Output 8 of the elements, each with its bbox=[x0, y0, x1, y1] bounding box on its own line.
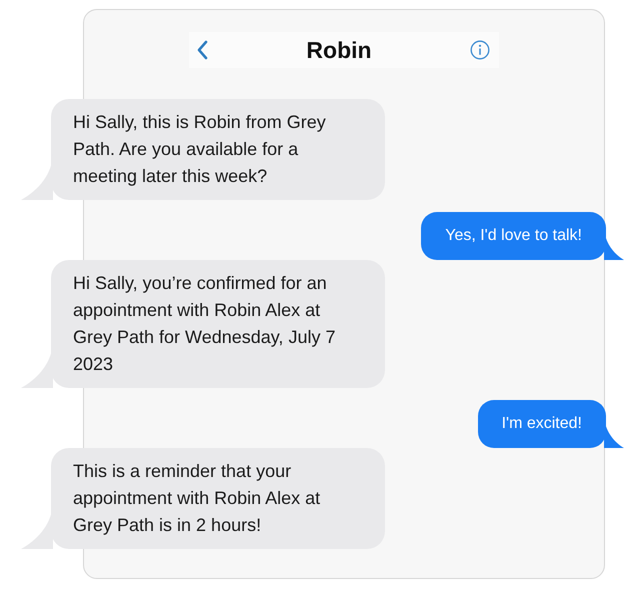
info-icon[interactable] bbox=[470, 40, 490, 60]
back-icon[interactable] bbox=[196, 40, 208, 60]
message-text: Hi Sally, this is Robin from Grey Path. Are you available for a meeting later this week? bbox=[73, 112, 326, 186]
contact-name: Robin bbox=[306, 36, 372, 64]
message-text: Hi Sally, you’re confirmed for an appointment with Robin Alex at Grey Path for Wednesday, July 7 2023 bbox=[73, 273, 336, 374]
message-text: This is a reminder that your appointment with Robin Alex at Grey Path is in 2 hours! bbox=[73, 461, 320, 535]
message-text: I'm excited! bbox=[502, 415, 582, 432]
message-text: Yes, I'd love to talk! bbox=[445, 227, 582, 244]
